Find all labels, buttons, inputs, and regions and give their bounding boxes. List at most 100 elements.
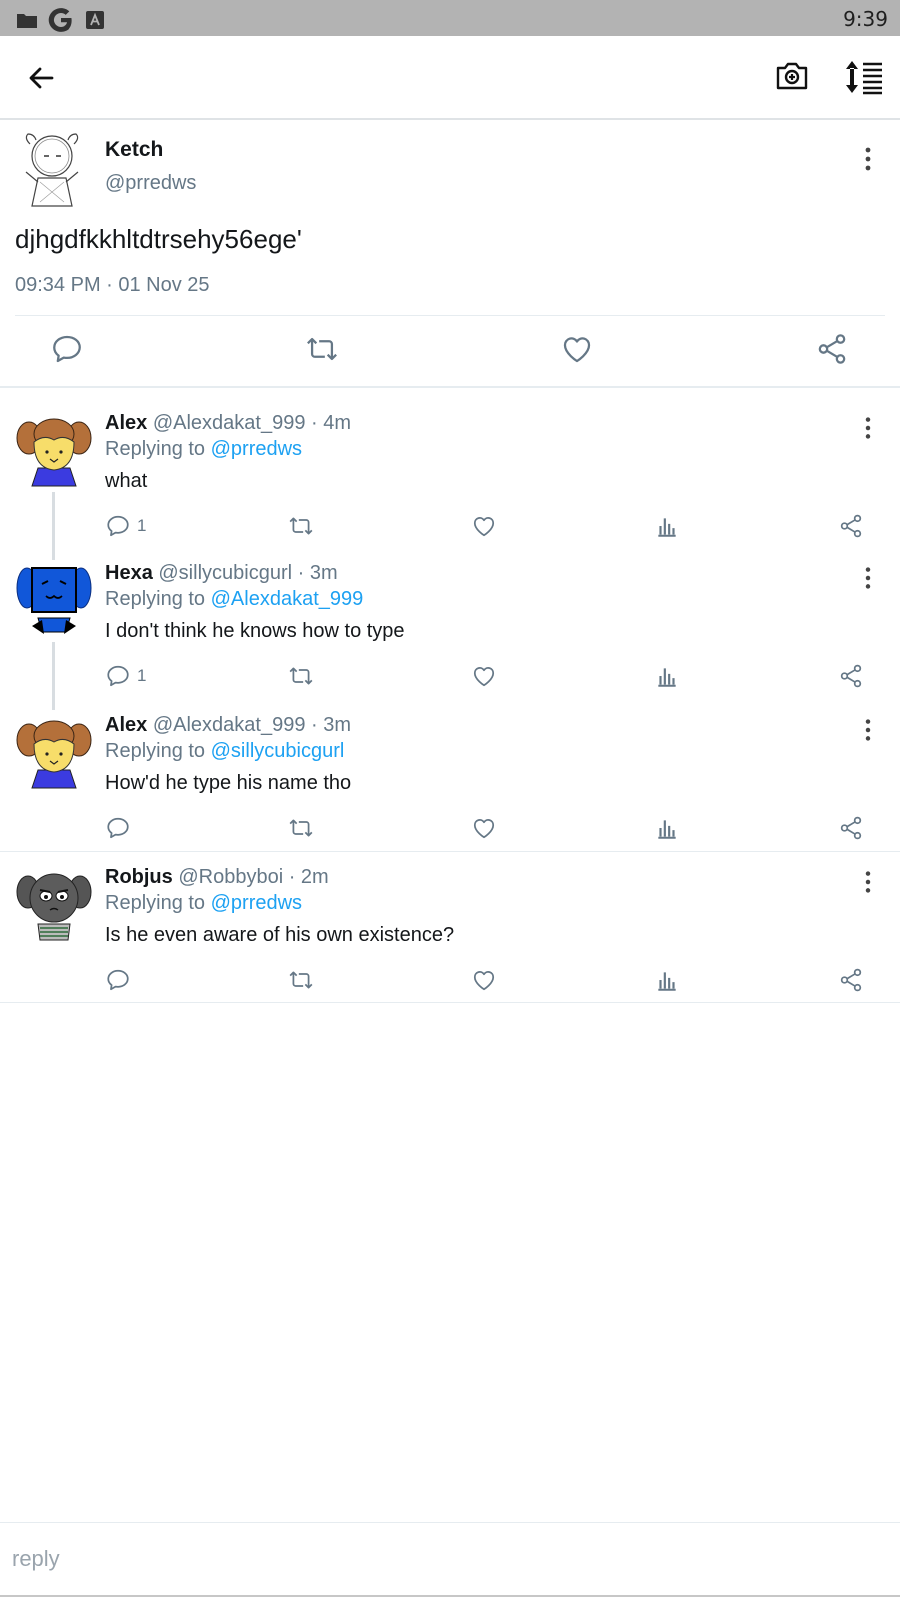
- retweet-button[interactable]: [288, 512, 314, 540]
- share-button[interactable]: [838, 512, 864, 540]
- stats-icon: [654, 513, 680, 539]
- reply-text: I don't think he knows how to type: [105, 620, 405, 642]
- more-options-icon[interactable]: [858, 144, 878, 174]
- reply-text: How'd he type his name tho: [105, 772, 352, 794]
- back-arrow-icon[interactable]: [22, 58, 62, 98]
- folder-icon: [17, 14, 37, 28]
- replying-to-link[interactable]: @prredws: [211, 438, 302, 460]
- more-options-icon[interactable]: [858, 868, 878, 896]
- stats-button[interactable]: [654, 814, 680, 842]
- top-app-bar: [0, 36, 900, 120]
- reply-text: Is he even aware of his own existence?: [105, 924, 455, 946]
- reply-author-name[interactable]: Hexa: [105, 562, 153, 584]
- reply-comment-button[interactable]: [105, 966, 137, 994]
- reply-time: · 4m: [311, 412, 352, 434]
- reply-header: Alex @Alexdakat_999 · 4m: [105, 412, 351, 435]
- more-options-icon[interactable]: [858, 564, 878, 592]
- sort-icon[interactable]: [844, 58, 884, 96]
- reply-header: Alex @Alexdakat_999 · 3m: [105, 714, 351, 737]
- replying-to-link[interactable]: @sillycubicgurl: [211, 740, 345, 762]
- share-icon: [838, 967, 864, 993]
- reply-item[interactable]: Hexa @sillycubicgurl · 3m Replying to @A…: [0, 540, 900, 692]
- stats-icon: [654, 815, 680, 841]
- reply-input[interactable]: [0, 1523, 900, 1595]
- divider: [15, 315, 885, 316]
- author-name[interactable]: Ketch: [105, 138, 163, 162]
- share-icon: [838, 815, 864, 841]
- main-tweet: Ketch @prredws djhgdfkkhltdtrsehy56ege' …: [0, 120, 900, 388]
- comment-icon: [105, 663, 131, 689]
- share-icon[interactable]: [815, 332, 849, 366]
- font-icon: [86, 11, 104, 29]
- replying-to-label: Replying to: [105, 892, 211, 914]
- retweet-button[interactable]: [288, 966, 314, 994]
- retweet-icon: [288, 967, 314, 993]
- reply-author-handle[interactable]: @Robbyboi: [178, 866, 283, 888]
- retweet-icon[interactable]: [305, 332, 339, 366]
- google-icon: [48, 8, 72, 32]
- author-handle[interactable]: @prredws: [105, 172, 196, 195]
- tweet-timestamp: 09:34 PM · 01 Nov 25: [15, 274, 210, 296]
- more-options-icon[interactable]: [858, 716, 878, 744]
- retweet-button[interactable]: [288, 662, 314, 690]
- divider: [0, 1002, 900, 1003]
- like-button[interactable]: [471, 814, 497, 842]
- replying-to-link[interactable]: @Alexdakat_999: [211, 588, 364, 610]
- like-button[interactable]: [471, 512, 497, 540]
- reply-text: what: [105, 470, 148, 492]
- input-underline: [0, 1595, 900, 1597]
- share-button[interactable]: [838, 814, 864, 842]
- heart-icon: [471, 967, 497, 993]
- avatar[interactable]: [16, 866, 92, 944]
- reply-author-name[interactable]: Robjus: [105, 866, 173, 888]
- heart-icon: [471, 815, 497, 841]
- replying-to-label: Replying to: [105, 588, 211, 610]
- replying-to: Replying to @prredws: [105, 892, 302, 915]
- reply-comment-button[interactable]: [105, 814, 137, 842]
- reply-author-handle[interactable]: @Alexdakat_999: [153, 412, 306, 434]
- stats-button[interactable]: [654, 662, 680, 690]
- replying-to: Replying to @prredws: [105, 438, 302, 461]
- reply-item[interactable]: Alex @Alexdakat_999 · 3m Replying to @si…: [0, 692, 900, 852]
- retweet-icon: [288, 663, 314, 689]
- comment-icon[interactable]: [50, 332, 84, 366]
- status-bar-icons: [16, 7, 106, 33]
- share-icon: [838, 663, 864, 689]
- reply-composer: [0, 1522, 900, 1598]
- heart-icon[interactable]: [560, 332, 594, 366]
- reply-count: 1: [137, 516, 147, 535]
- heart-icon: [471, 513, 497, 539]
- retweet-button[interactable]: [288, 814, 314, 842]
- reply-author-name[interactable]: Alex: [105, 714, 147, 736]
- reply-author-handle[interactable]: @sillycubicgurl: [158, 562, 292, 584]
- avatar[interactable]: [16, 714, 92, 792]
- retweet-icon: [288, 513, 314, 539]
- comment-icon: [105, 967, 131, 993]
- reply-item[interactable]: Robjus @Robbyboi · 2m Replying to @prred…: [0, 852, 900, 1002]
- share-button[interactable]: [838, 966, 864, 994]
- avatar[interactable]: [16, 412, 92, 490]
- reply-author-name[interactable]: Alex: [105, 412, 147, 434]
- camera-add-icon[interactable]: [774, 58, 810, 94]
- stats-button[interactable]: [654, 512, 680, 540]
- comment-icon: [105, 513, 131, 539]
- stats-button[interactable]: [654, 966, 680, 994]
- reply-author-handle[interactable]: @Alexdakat_999: [153, 714, 306, 736]
- status-time: 9:39: [843, 7, 888, 31]
- avatar[interactable]: [16, 132, 88, 210]
- reply-comment-button[interactable]: 1: [105, 512, 146, 540]
- like-button[interactable]: [471, 966, 497, 994]
- avatar[interactable]: [16, 562, 92, 640]
- more-options-icon[interactable]: [858, 414, 878, 442]
- share-icon: [838, 513, 864, 539]
- replying-to-link[interactable]: @prredws: [211, 892, 302, 914]
- reply-comment-button[interactable]: 1: [105, 662, 146, 690]
- share-button[interactable]: [838, 662, 864, 690]
- reply-item[interactable]: Alex @Alexdakat_999 · 4m Replying to @pr…: [0, 388, 900, 540]
- heart-icon: [471, 663, 497, 689]
- reply-header: Hexa @sillycubicgurl · 3m: [105, 562, 338, 585]
- like-button[interactable]: [471, 662, 497, 690]
- replying-to: Replying to @Alexdakat_999: [105, 588, 363, 611]
- reply-time: · 2m: [288, 866, 329, 888]
- reply-header: Robjus @Robbyboi · 2m: [105, 866, 329, 889]
